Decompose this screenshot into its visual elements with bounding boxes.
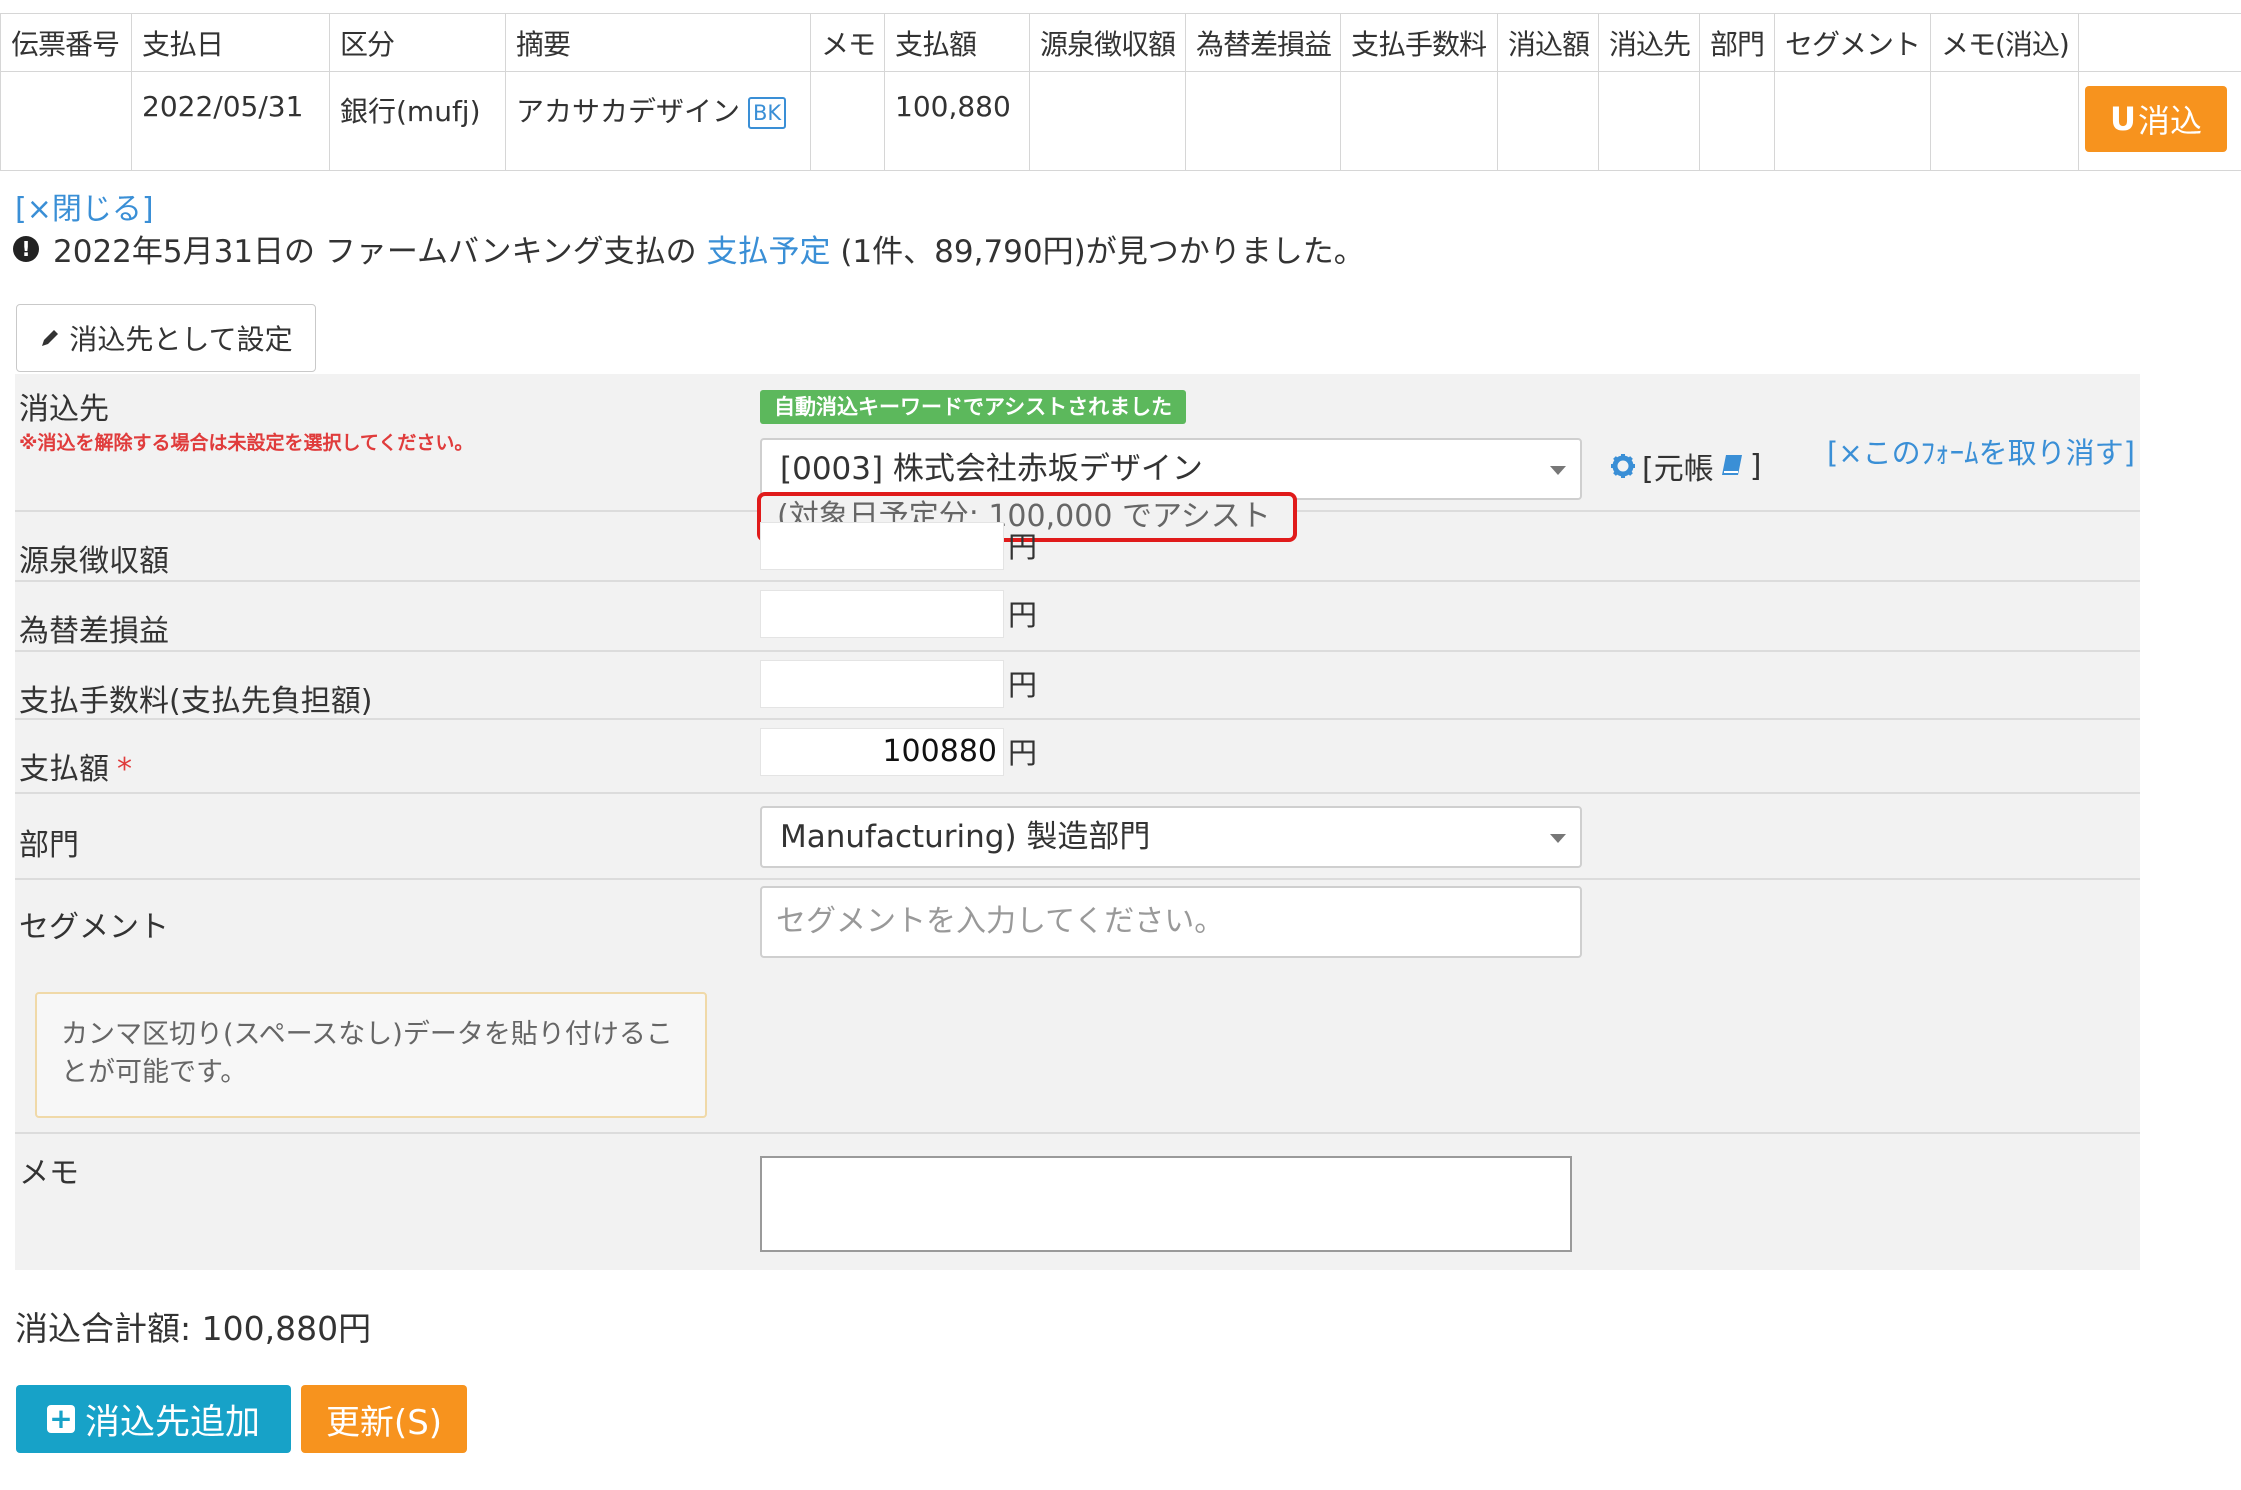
- cell-department: [1699, 71, 1775, 171]
- col-header-pay-date: 支払日: [131, 13, 330, 72]
- department-select[interactable]: Manufacturing) 製造部門: [760, 806, 1582, 868]
- col-header-reconciled-amount: 消込額: [1497, 13, 1599, 72]
- target-select[interactable]: [0003] 株式会社赤坂デザイン: [760, 438, 1582, 500]
- required-mark: *: [117, 752, 132, 787]
- amount-input[interactable]: 100880: [760, 728, 1004, 776]
- col-header-segment: セグメント: [1774, 13, 1931, 72]
- set-as-target-button[interactable]: 消込先として設定: [16, 304, 316, 372]
- amount-label-wrap: 支払額 *: [19, 744, 132, 788]
- col-header-voucher: 伝票番号: [0, 13, 132, 72]
- cell-reconcile-target: [1598, 71, 1700, 171]
- department-row: 部門 Manufacturing) 製造部門: [15, 794, 2140, 880]
- notice-text-before: 2022年5月31日の ファームバンキング支払の: [53, 234, 707, 270]
- col-header-reconcile-memo: メモ(消込): [1930, 13, 2079, 72]
- cell-action: U 消込: [2078, 71, 2241, 171]
- fx-unit: 円: [1008, 598, 1038, 632]
- auto-assist-badge: 自動消込キーワードでアシストされました: [760, 390, 1187, 424]
- ledger-link-close: ]: [1749, 448, 1762, 484]
- unset-warning: ※消込を解除する場合は未設定を選択してください。: [19, 432, 474, 454]
- col-header-action: [2078, 13, 2241, 72]
- target-select-value: [0003] 株式会社赤坂デザイン: [780, 451, 1203, 487]
- cell-fx: [1185, 71, 1341, 171]
- payment-schedule-link[interactable]: 支払予定: [706, 226, 830, 271]
- update-button[interactable]: 更新(S): [301, 1385, 467, 1453]
- fx-label: 為替差損益: [19, 614, 169, 649]
- set-as-target-label: 消込先として設定: [69, 323, 293, 356]
- info-icon: !: [13, 235, 39, 262]
- plus-icon: +: [46, 1405, 75, 1433]
- target-label: 消込先: [19, 392, 109, 427]
- col-header-department: 部門: [1699, 13, 1775, 72]
- fee-input[interactable]: [760, 660, 1004, 708]
- cell-amount: 100,880: [884, 71, 1030, 171]
- add-target-button[interactable]: + 消込先追加: [16, 1385, 291, 1453]
- col-header-fee: 支払手数料: [1340, 13, 1498, 72]
- withholding-unit: 円: [1008, 530, 1038, 564]
- reconcile-button[interactable]: U 消込: [2085, 86, 2227, 152]
- reconcile-button-label: 消込: [2137, 102, 2202, 140]
- notice-text-after: (1件、89,790円)が見つかりました。: [830, 234, 1365, 270]
- table-header-row: 伝票番号 支払日 区分 摘要 メモ 支払額 源泉徴収額 為替差損益 支払手数料 …: [0, 13, 2241, 72]
- cell-reconciled-amount: [1497, 71, 1599, 171]
- amount-unit: 円: [1008, 736, 1038, 770]
- amount-label: 支払額: [19, 752, 109, 787]
- chevron-down-icon: [1550, 466, 1566, 475]
- ledger-table: 伝票番号 支払日 区分 摘要 メモ 支払額 源泉徴収額 為替差損益 支払手数料 …: [0, 13, 2241, 171]
- memo-label: メモ: [19, 1156, 79, 1191]
- fee-unit: 円: [1008, 668, 1038, 702]
- cell-segment: [1774, 71, 1931, 171]
- cell-pay-date: 2022/05/31: [131, 71, 330, 171]
- segment-label: セグメント: [19, 910, 169, 945]
- amount-row: 支払額 * 100880 円: [15, 720, 2140, 794]
- segment-help-text: カンマ区切り(スペースなし)データを貼り付けることが可能です。: [35, 992, 707, 1118]
- cell-category: 銀行(mufj): [329, 71, 506, 171]
- cell-voucher: [0, 71, 132, 171]
- withholding-label: 源泉徴収額: [19, 544, 169, 579]
- cancel-form-link[interactable]: [×このﾌｫｰﾑを取り消す]: [1827, 430, 2135, 472]
- fee-label: 支払手数料(支払先負担額): [19, 684, 373, 719]
- gear-icon[interactable]: [1610, 453, 1636, 479]
- col-header-memo: メモ: [810, 13, 885, 72]
- fx-row: 為替差損益 円: [15, 582, 2140, 652]
- col-header-reconcile-target: 消込先: [1598, 13, 1700, 72]
- chevron-down-icon: [1550, 834, 1566, 843]
- table-row: 2022/05/31 銀行(mufj) アカサカデザイン BK 100,880 U…: [0, 71, 2241, 171]
- cell-withholding: [1029, 71, 1186, 171]
- cell-reconcile-memo: [1930, 71, 2079, 171]
- col-header-withholding: 源泉徴収額: [1029, 13, 1186, 72]
- reconcile-total: 消込合計額: 100,880円: [15, 1309, 372, 1348]
- department-label: 部門: [19, 828, 79, 863]
- memo-textarea[interactable]: [760, 1156, 1572, 1252]
- cell-fee: [1340, 71, 1498, 171]
- pencil-icon: [42, 330, 59, 346]
- reconcile-form: 消込先 ※消込を解除する場合は未設定を選択してください。 自動消込キーワードでア…: [15, 374, 2140, 1270]
- ledger-link[interactable]: [元帳: [1642, 444, 1714, 488]
- ledger-links: [元帳 ]: [1610, 444, 1761, 488]
- segment-input[interactable]: セグメントを入力してください。: [760, 886, 1582, 958]
- bk-badge[interactable]: BK: [748, 97, 787, 129]
- withholding-input[interactable]: [760, 522, 1004, 570]
- col-header-amount: 支払額: [884, 13, 1030, 72]
- withholding-row: 源泉徴収額 円: [15, 512, 2140, 582]
- description-text: アカサカデザイン: [516, 95, 741, 128]
- cell-memo: [810, 71, 885, 171]
- target-row: 消込先 ※消込を解除する場合は未設定を選択してください。 自動消込キーワードでア…: [15, 374, 2140, 542]
- col-header-fx: 為替差損益: [1185, 13, 1341, 72]
- fx-input[interactable]: [760, 590, 1004, 638]
- department-select-value: Manufacturing) 製造部門: [780, 819, 1151, 855]
- notice-message: ! 2022年5月31日の ファームバンキング支払の 支払予定 (1件、89,7…: [13, 226, 1365, 271]
- undo-icon: U: [2110, 100, 2136, 138]
- fee-row: 支払手数料(支払先負担額) 円: [15, 652, 2140, 720]
- col-header-description: 摘要: [505, 13, 811, 72]
- add-target-label: 消込先追加: [84, 1402, 260, 1443]
- close-link[interactable]: [×閉じる]: [15, 184, 154, 228]
- cell-description: アカサカデザイン BK: [505, 71, 811, 171]
- col-header-category: 区分: [329, 13, 506, 72]
- book-icon[interactable]: [1720, 453, 1744, 479]
